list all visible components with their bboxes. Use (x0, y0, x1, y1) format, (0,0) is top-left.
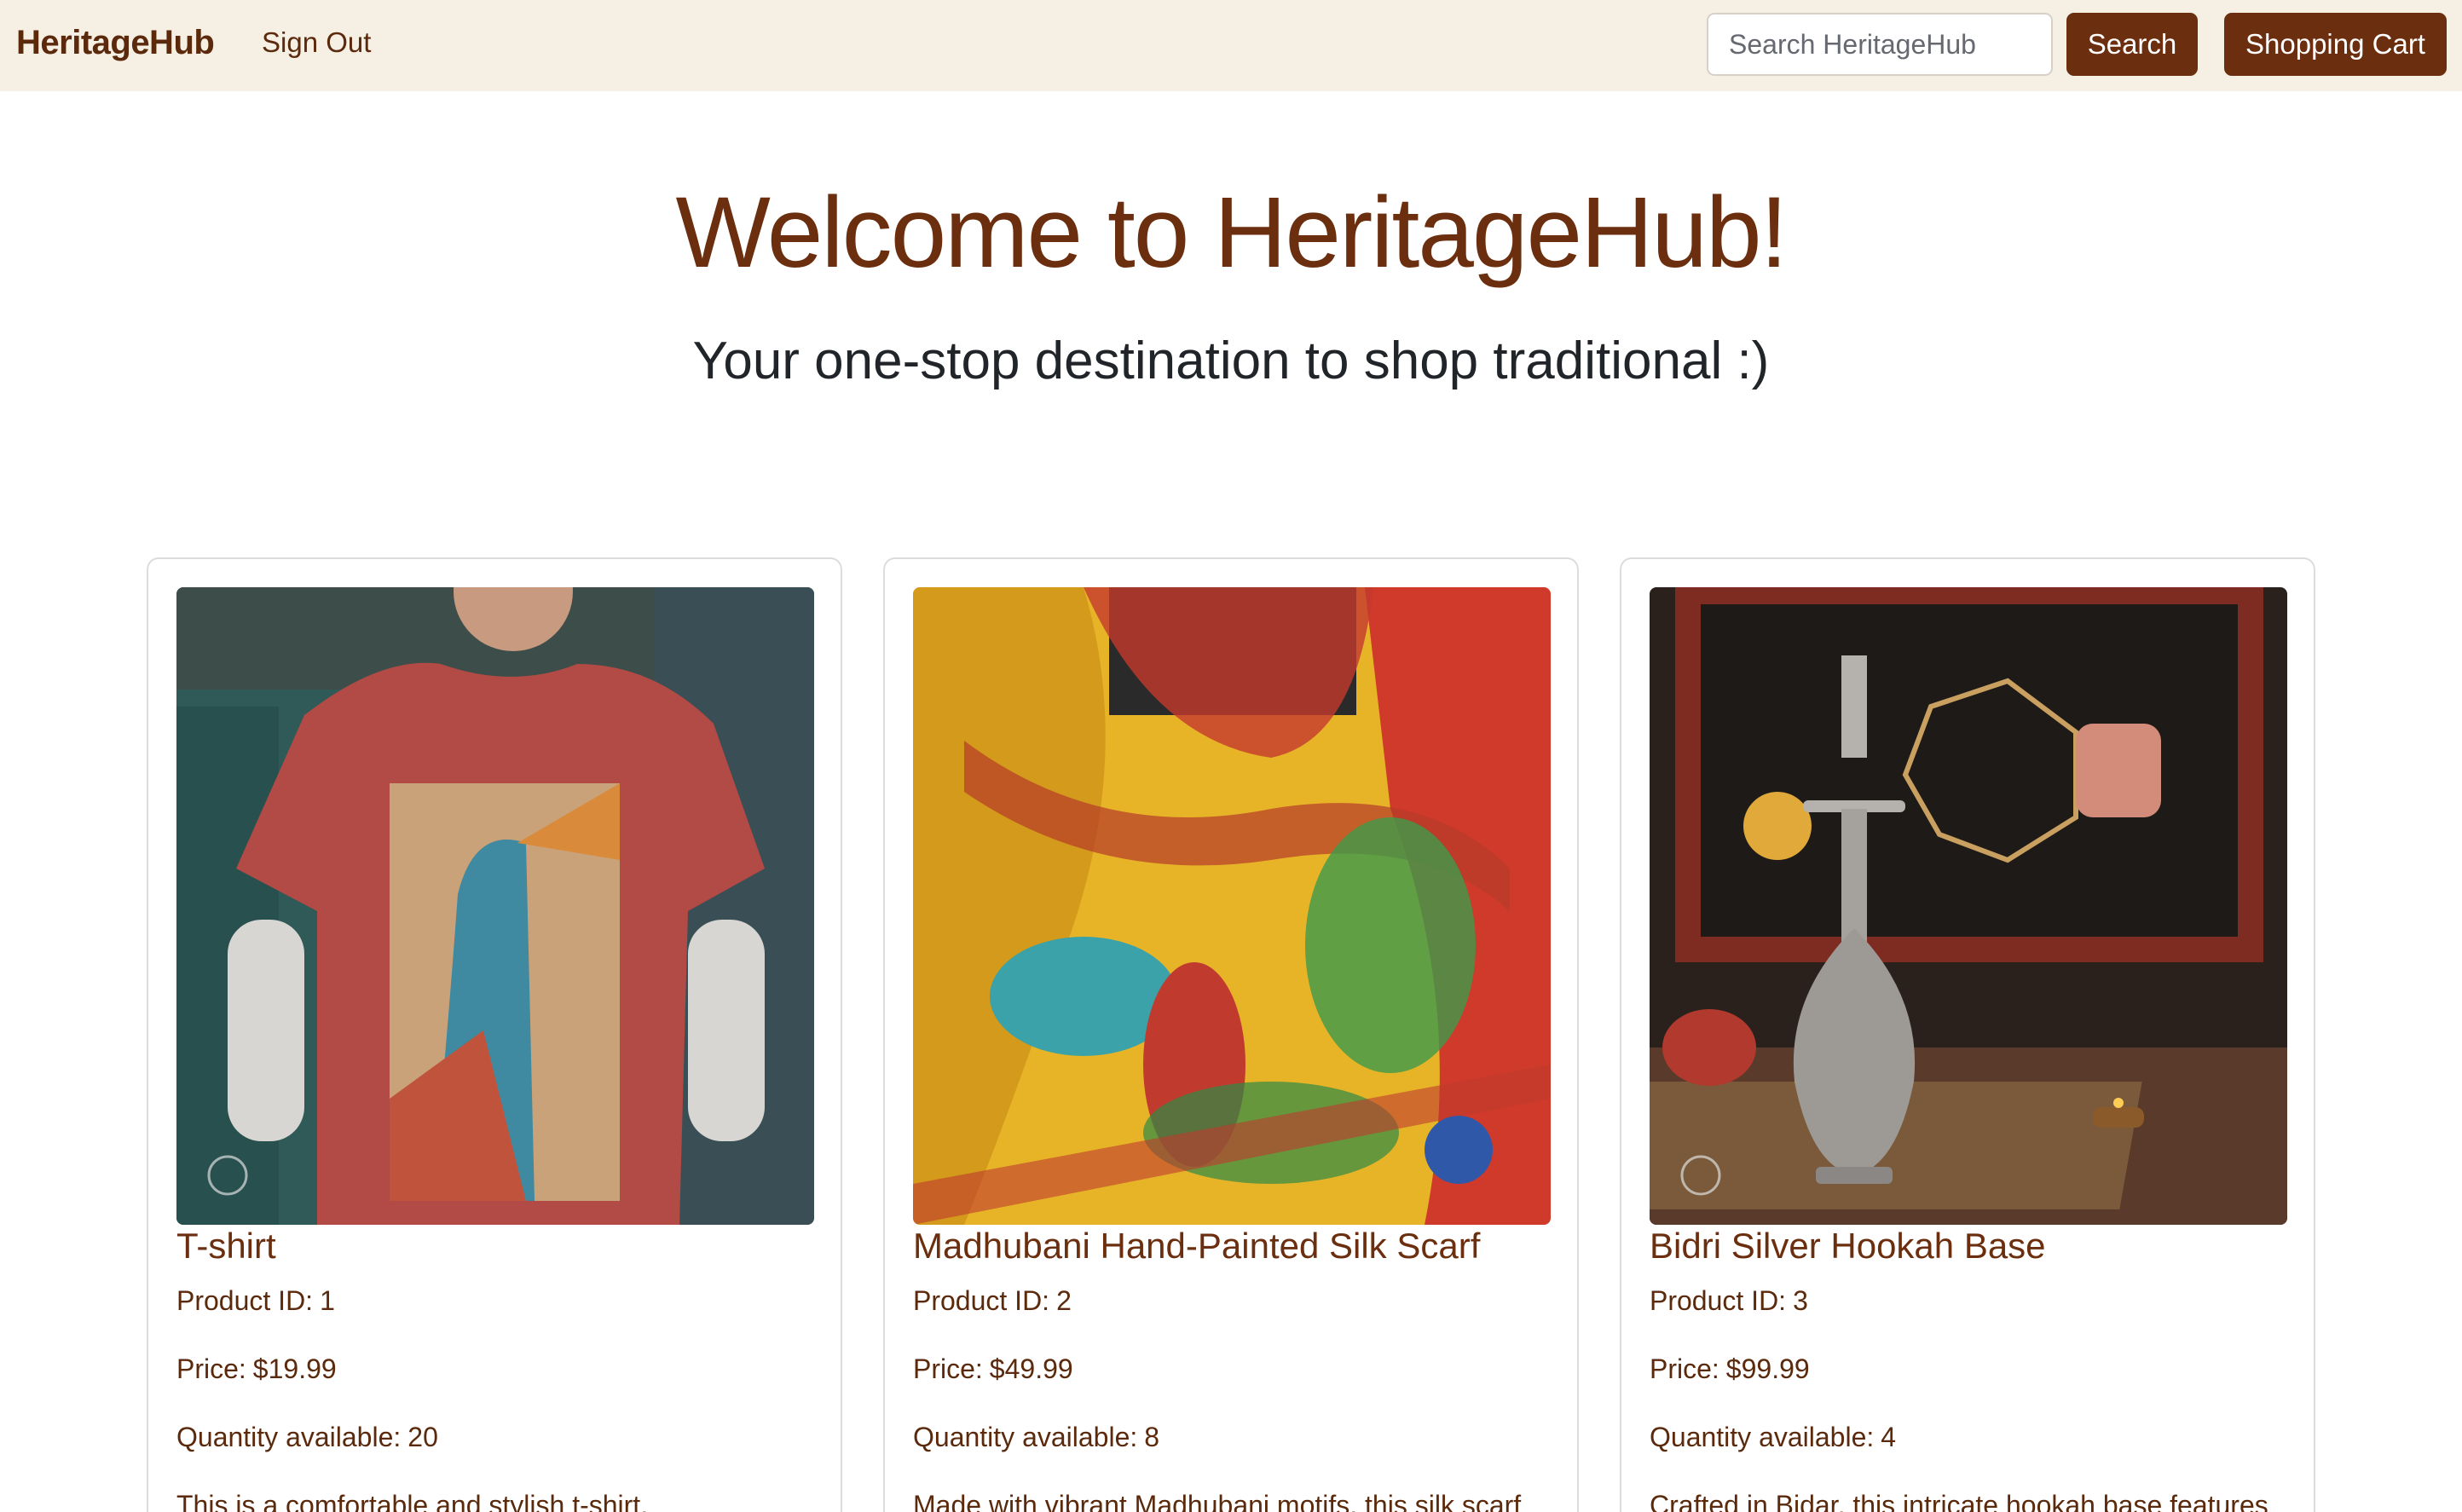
product-id-label: Product ID: (913, 1285, 1050, 1316)
product-name[interactable]: T-shirt (176, 1226, 276, 1267)
product-image-scarf[interactable] (913, 587, 1551, 1225)
product-id-value: 3 (1793, 1285, 1808, 1316)
price-value: $49.99 (989, 1353, 1073, 1384)
quantity-value: 8 (1144, 1422, 1160, 1452)
search-input[interactable] (1707, 13, 2053, 76)
product-id-label: Product ID: (1650, 1285, 1787, 1316)
product-image-hookah[interactable] (1650, 587, 2287, 1225)
product-id-value: 1 (320, 1285, 335, 1316)
product-description: Crafted in Bidar, this intricate hookah … (1650, 1490, 2268, 1512)
hookah-base-image (1650, 587, 2287, 1225)
quantity-label: Quantity available: (913, 1422, 1138, 1452)
product-quantity: Quantity available: 4 (1650, 1422, 1896, 1453)
quantity-value: 20 (407, 1422, 438, 1452)
sign-out-link[interactable]: Sign Out (262, 26, 371, 59)
brand-logo-link[interactable]: HeritageHub (16, 24, 215, 62)
page-subtitle: Your one-stop destination to shop tradit… (692, 332, 1770, 390)
page-title: Welcome to HeritageHub! (675, 176, 1789, 289)
product-name[interactable]: Bidri Silver Hookah Base (1650, 1226, 2046, 1267)
product-id: Product ID: 1 (176, 1285, 335, 1317)
navbar: HeritageHub Sign Out Search Shopping Car… (0, 0, 2462, 91)
quantity-label: Quantity available: (1650, 1422, 1875, 1452)
product-price: Price: $49.99 (913, 1353, 1073, 1385)
price-label: Price: (176, 1353, 246, 1384)
product-image-tshirt[interactable] (176, 587, 814, 1225)
product-card[interactable]: T-shirt Product ID: 1 Price: $19.99 Quanti… (147, 557, 842, 1512)
product-name[interactable]: Madhubani Hand-Painted Silk Scarf (913, 1226, 1480, 1267)
price-value: $99.99 (1725, 1353, 1810, 1384)
product-description: This is a comfortable and stylish t-shir… (176, 1490, 649, 1512)
product-quantity: Quantity available: 20 (176, 1422, 438, 1453)
product-id: Product ID: 2 (913, 1285, 1072, 1317)
tshirt-image (176, 587, 814, 1225)
quantity-label: Quantity available: (176, 1422, 402, 1452)
product-id: Product ID: 3 (1650, 1285, 1808, 1317)
product-id-label: Product ID: (176, 1285, 314, 1316)
product-price: Price: $99.99 (1650, 1353, 1810, 1385)
quantity-value: 4 (1881, 1422, 1897, 1452)
product-id-value: 2 (1056, 1285, 1072, 1316)
product-description: Made with vibrant Madhubani motifs, this… (913, 1490, 1522, 1512)
shopping-cart-button[interactable]: Shopping Cart (2224, 13, 2447, 76)
product-card[interactable]: Madhubani Hand-Painted Silk Scarf Produc… (883, 557, 1579, 1512)
product-quantity: Quantity available: 8 (913, 1422, 1159, 1453)
product-card[interactable]: Bidri Silver Hookah Base Product ID: 3 Pr… (1620, 557, 2315, 1512)
silk-scarf-image (913, 587, 1551, 1225)
price-label: Price: (913, 1353, 983, 1384)
product-price: Price: $19.99 (176, 1353, 337, 1385)
price-label: Price: (1650, 1353, 1719, 1384)
price-value: $19.99 (252, 1353, 337, 1384)
search-button[interactable]: Search (2066, 13, 2198, 76)
